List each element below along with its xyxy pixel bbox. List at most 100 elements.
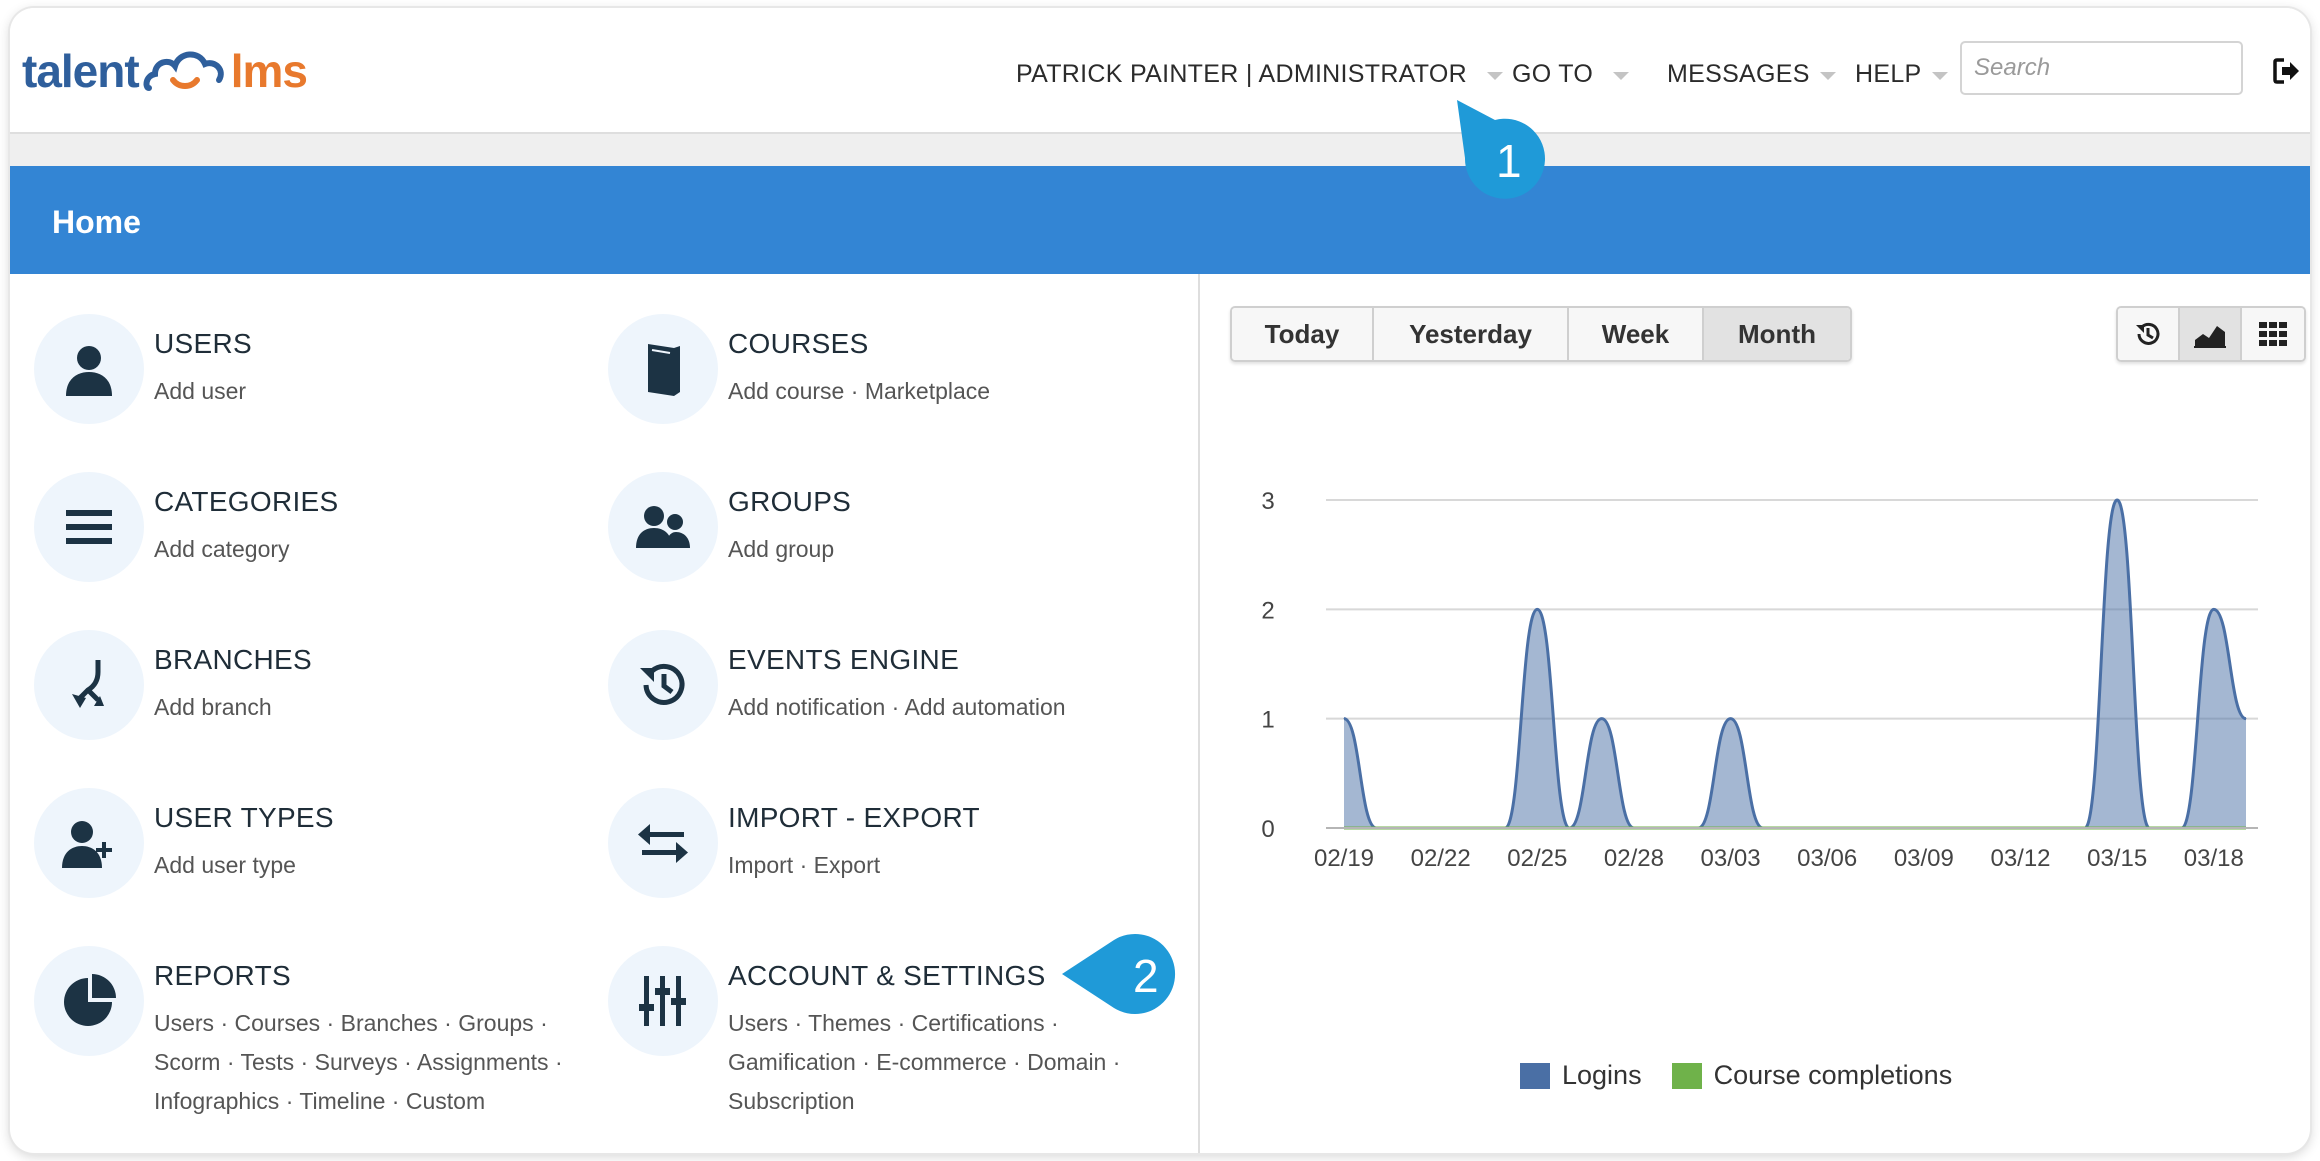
- tile-title[interactable]: USER TYPES: [154, 802, 334, 834]
- data-point: [2245, 718, 2247, 720]
- tile-user-types: USER TYPES Add user type: [34, 788, 594, 938]
- legend-swatch: [1520, 1062, 1550, 1089]
- tile-link[interactable]: Branches: [341, 1010, 438, 1036]
- tile-icon-circle[interactable]: [34, 630, 144, 740]
- logout-icon[interactable]: [2272, 56, 2302, 86]
- tile-link[interactable]: Add notification: [728, 694, 885, 720]
- branch-icon: [72, 660, 104, 708]
- tile-title[interactable]: IMPORT - EXPORT: [728, 802, 980, 834]
- legend-item-completions[interactable]: Course completions: [1671, 1060, 1952, 1091]
- tile-link[interactable]: Users: [154, 1010, 214, 1036]
- tile-icon-circle[interactable]: [608, 946, 718, 1056]
- tile-title[interactable]: BRANCHES: [154, 644, 312, 676]
- tile-link[interactable]: Users: [728, 1010, 788, 1036]
- tile-link[interactable]: Surveys: [315, 1049, 398, 1075]
- exchange-icon: [638, 824, 688, 863]
- tab-label: Today: [1264, 318, 1340, 349]
- tile-link[interactable]: Infographics: [154, 1088, 279, 1114]
- messages-menu[interactable]: MESSAGES: [1667, 54, 1836, 94]
- data-point: [2116, 499, 2118, 501]
- page-header: Home: [10, 166, 2310, 274]
- tile-link[interactable]: Timeline: [299, 1088, 385, 1114]
- tile-icon-circle[interactable]: [34, 472, 144, 582]
- tile-groups: GROUPS Add group: [608, 472, 1168, 622]
- help-menu-label: HELP: [1855, 59, 1922, 88]
- tab-today[interactable]: Today: [1232, 308, 1374, 360]
- admin-shortcuts-panel: USERS Add user COURSES Add course · Mark…: [10, 274, 1200, 1153]
- tile-link[interactable]: Certifications: [912, 1010, 1045, 1036]
- tile-link[interactable]: Themes: [808, 1010, 891, 1036]
- tab-yesterday[interactable]: Yesterday: [1374, 308, 1569, 360]
- tile-title[interactable]: REPORTS: [154, 960, 291, 992]
- callout-bubble-icon: [1062, 934, 1176, 1014]
- tile-link[interactable]: Marketplace: [865, 378, 990, 404]
- tile-link[interactable]: Add branch: [154, 694, 272, 720]
- tile-title[interactable]: COURSES: [728, 328, 869, 360]
- tile-link[interactable]: Add automation: [904, 694, 1065, 720]
- view-grid-button[interactable]: [2242, 308, 2304, 360]
- view-timeline-button[interactable]: [2118, 308, 2180, 360]
- date-range-tabs: Today Yesterday Week Month: [1230, 306, 1852, 362]
- tile-link[interactable]: Scorm: [154, 1049, 220, 1075]
- talentlms-logo[interactable]: talent lms: [22, 36, 308, 106]
- data-point: [1536, 608, 1538, 610]
- tile-link[interactable]: Custom: [406, 1088, 485, 1114]
- tile-links: Users · Themes · Certifications · Gamifi…: [728, 1010, 1121, 1114]
- tile-courses: COURSES Add course · Marketplace: [608, 314, 1168, 464]
- sub-header-strip: [10, 134, 2310, 166]
- callout-2: 2: [1060, 932, 1190, 1021]
- tile-icon-circle[interactable]: [34, 788, 144, 898]
- tile-users: USERS Add user: [34, 314, 594, 464]
- tile-icon-circle[interactable]: [34, 946, 144, 1056]
- tile-title[interactable]: USERS: [154, 328, 252, 360]
- tile-icon-circle[interactable]: [34, 314, 144, 424]
- tile-link[interactable]: Tests: [240, 1049, 294, 1075]
- tile-icon-circle[interactable]: [608, 472, 718, 582]
- tile-link[interactable]: Gamification: [728, 1049, 856, 1075]
- tab-week[interactable]: Week: [1569, 308, 1704, 360]
- tile-link[interactable]: Add user: [154, 378, 246, 404]
- tile-link[interactable]: Courses: [235, 1010, 321, 1036]
- view-chart-button[interactable]: [2180, 308, 2242, 360]
- tile-link[interactable]: Assignments: [417, 1049, 549, 1075]
- x-tick-label: 03/18: [2184, 845, 2244, 872]
- tile-title[interactable]: CATEGORIES: [154, 486, 339, 518]
- tile-link[interactable]: Export: [814, 852, 880, 878]
- chevron-down-icon: [1613, 72, 1630, 80]
- tile-link[interactable]: Domain: [1027, 1049, 1106, 1075]
- tile-links: Add category: [154, 530, 604, 569]
- tile-branches: BRANCHES Add branch: [34, 630, 594, 780]
- tile-link[interactable]: Add category: [154, 536, 290, 562]
- tile-title[interactable]: GROUPS: [728, 486, 851, 518]
- chevron-down-icon: [1819, 72, 1836, 80]
- view-mode-tabs: [2116, 306, 2306, 362]
- series-area-logins: [1344, 500, 2246, 828]
- tile-link[interactable]: Groups: [458, 1010, 533, 1036]
- goto-menu[interactable]: GO TO: [1512, 54, 1630, 94]
- tile-links: Add notification · Add automation: [728, 694, 1066, 720]
- tile-link[interactable]: Add course: [728, 378, 844, 404]
- history-icon: [640, 663, 685, 705]
- tile-link[interactable]: Add group: [728, 536, 834, 562]
- callout-1: 1: [1455, 98, 1555, 205]
- tile-link[interactable]: Subscription: [728, 1088, 855, 1114]
- tile-link[interactable]: Import: [728, 852, 793, 878]
- user-menu[interactable]: PATRICK PAINTER | ADMINISTRATOR: [1016, 54, 1504, 94]
- tile-link[interactable]: E-commerce: [876, 1049, 1006, 1075]
- list-icon: [66, 510, 112, 544]
- logo-text-lms: lms: [230, 45, 308, 97]
- tile-title[interactable]: ACCOUNT & SETTINGS: [728, 960, 1046, 992]
- user-menu-label: PATRICK PAINTER | ADMINISTRATOR: [1016, 59, 1468, 88]
- tile-icon-circle[interactable]: [608, 630, 718, 740]
- pie-chart-icon: [64, 974, 116, 1026]
- data-point: [1730, 718, 1732, 720]
- legend-item-logins[interactable]: Logins: [1520, 1060, 1642, 1091]
- tab-month[interactable]: Month: [1704, 308, 1850, 360]
- tile-icon-circle[interactable]: [608, 788, 718, 898]
- tile-links: Add user: [154, 372, 604, 411]
- tile-icon-circle[interactable]: [608, 314, 718, 424]
- tile-link[interactable]: Add user type: [154, 852, 296, 878]
- tile-title[interactable]: EVENTS ENGINE: [728, 644, 959, 676]
- search-input[interactable]: [1960, 41, 2243, 95]
- help-menu[interactable]: HELP: [1855, 54, 1948, 94]
